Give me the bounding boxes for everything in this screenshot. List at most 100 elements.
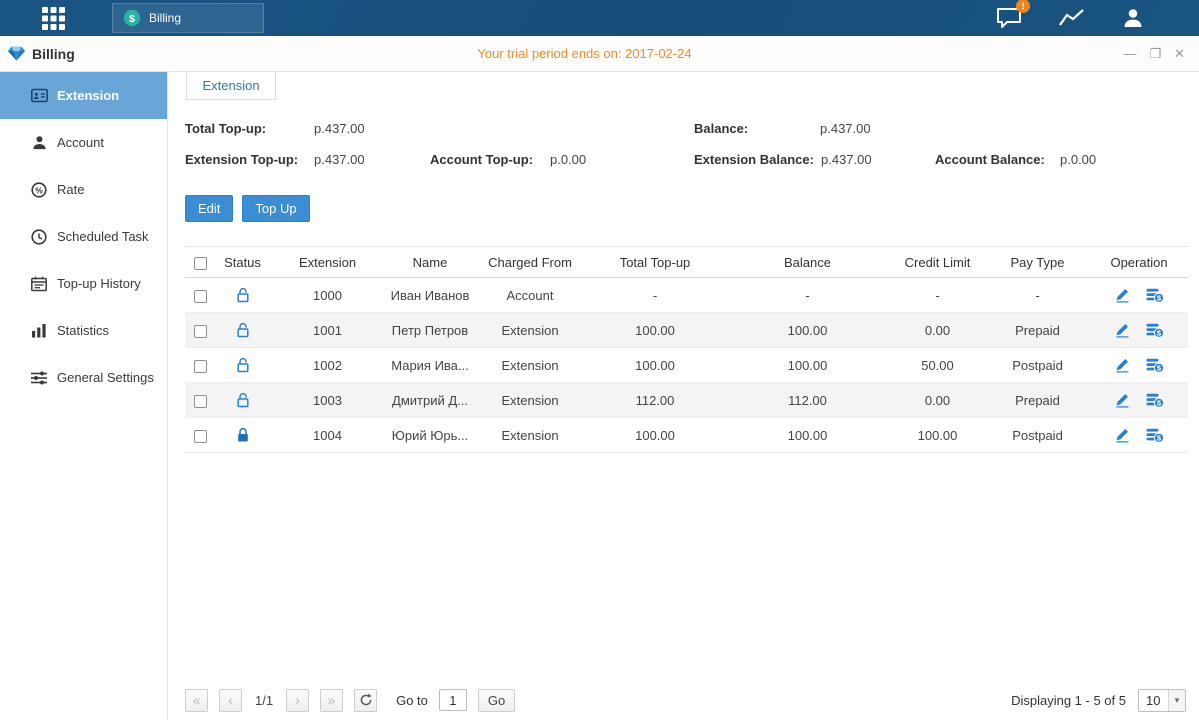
sidebar-item-topup-history[interactable]: Top-up History <box>0 260 167 307</box>
sidebar-item-scheduled-task[interactable]: Scheduled Task <box>0 213 167 260</box>
edit-pencil-icon[interactable] <box>1115 357 1130 373</box>
cell-total-topup: 100.00 <box>585 418 725 453</box>
sidebar-item-label: General Settings <box>57 370 154 385</box>
table-row[interactable]: 1002 Мария Ива... Extension 100.00 100.0… <box>185 348 1188 383</box>
table-row[interactable]: 1003 Дмитрий Д... Extension 112.00 112.0… <box>185 383 1188 418</box>
topbar-billing-tab[interactable]: $ Billing <box>112 3 264 33</box>
maximize-icon[interactable]: ❐ <box>1149 47 1161 60</box>
person-icon <box>30 135 48 150</box>
edit-pencil-icon[interactable] <box>1115 392 1130 408</box>
column-header-operation: Operation <box>1090 247 1188 278</box>
cell-extension: 1001 <box>270 313 385 348</box>
balance-value: p.437.00 <box>820 121 871 136</box>
cell-name: Юрий Юрь... <box>385 418 475 453</box>
reports-button[interactable] <box>1057 4 1085 32</box>
topbar-billing-tab-label: Billing <box>149 11 181 25</box>
extension-topup-label: Extension Top-up: <box>185 152 298 167</box>
edit-button[interactable]: Edit <box>185 195 233 222</box>
notifications-button[interactable]: ! <box>995 4 1023 32</box>
cell-status <box>215 418 270 453</box>
first-page-button[interactable]: « <box>185 689 208 712</box>
sidebar-item-statistics[interactable]: Statistics <box>0 307 167 354</box>
table-row[interactable]: 1001 Петр Петров Extension 100.00 100.00… <box>185 313 1188 348</box>
cell-extension: 1004 <box>270 418 385 453</box>
page-title: Billing <box>32 46 75 62</box>
total-topup-label: Total Top-up: <box>185 121 266 136</box>
cell-name: Иван Иванов <box>385 278 475 313</box>
column-header-extension: Extension <box>270 247 385 278</box>
cell-balance: 100.00 <box>725 418 890 453</box>
last-page-button[interactable]: » <box>320 689 343 712</box>
status-unlocked-icon <box>236 357 250 373</box>
topbar-right-icons: ! <box>995 4 1199 32</box>
cell-charged-from: Extension <box>475 348 585 383</box>
go-button[interactable]: Go <box>478 689 515 712</box>
cell-credit-limit: 100.00 <box>890 418 985 453</box>
top-up-money-icon[interactable]: $ <box>1146 428 1164 443</box>
top-up-money-icon[interactable]: $ <box>1146 358 1164 373</box>
sidebar-item-extension[interactable]: Extension <box>0 72 167 119</box>
cell-balance: - <box>725 278 890 313</box>
apps-grid-button[interactable] <box>38 3 68 33</box>
select-all-checkbox[interactable] <box>194 257 207 270</box>
apps-grid-icon <box>41 6 66 31</box>
edit-pencil-icon[interactable] <box>1115 427 1130 443</box>
prev-page-button[interactable]: ‹ <box>219 689 242 712</box>
cell-name: Петр Петров <box>385 313 475 348</box>
sidebar-item-account[interactable]: Account <box>0 119 167 166</box>
row-checkbox[interactable] <box>194 325 207 338</box>
cell-balance: 112.00 <box>725 383 890 418</box>
cell-pay-type: Postpaid <box>985 348 1090 383</box>
extension-table-body: 1000 Иван Иванов Account - - - - <box>185 278 1188 453</box>
sidebar-item-label: Rate <box>57 182 84 197</box>
row-checkbox[interactable] <box>194 430 207 443</box>
pagination-bar: « ‹ 1/1 › » Go to Go Displaying 1 - 5 of… <box>185 688 1186 712</box>
tab-extension[interactable]: Extension <box>186 72 276 100</box>
user-account-button[interactable] <box>1119 4 1147 32</box>
cell-name: Мария Ива... <box>385 348 475 383</box>
status-unlocked-icon <box>236 287 250 303</box>
row-checkbox[interactable] <box>194 360 207 373</box>
dollar-circle-icon: $ <box>123 9 141 27</box>
page-indicator: 1/1 <box>255 693 273 708</box>
row-checkbox[interactable] <box>194 395 207 408</box>
sidebar: Extension Account % Rate Scheduled Task <box>0 72 168 720</box>
next-page-button[interactable]: › <box>286 689 309 712</box>
refresh-button[interactable] <box>354 689 377 712</box>
goto-page-input[interactable] <box>439 689 467 711</box>
pagination-summary: Displaying 1 - 5 of 5 10 ▾ <box>1011 689 1186 712</box>
column-header-name: Name <box>385 247 475 278</box>
top-up-button[interactable]: Top Up <box>242 195 309 222</box>
percent-circle-icon: % <box>30 182 48 198</box>
page-size-value: 10 <box>1139 693 1168 708</box>
cell-status <box>215 313 270 348</box>
sidebar-item-general-settings[interactable]: General Settings <box>0 354 167 401</box>
page-size-select[interactable]: 10 ▾ <box>1138 689 1186 712</box>
cell-checkbox <box>185 313 215 348</box>
cell-charged-from: Extension <box>475 418 585 453</box>
top-up-money-icon[interactable]: $ <box>1146 323 1164 338</box>
table-row[interactable]: 1000 Иван Иванов Account - - - - <box>185 278 1188 313</box>
close-icon[interactable]: ✕ <box>1174 47 1185 60</box>
cell-charged-from: Extension <box>475 383 585 418</box>
table-row[interactable]: 1004 Юрий Юрь... Extension 100.00 100.00… <box>185 418 1188 453</box>
edit-pencil-icon[interactable] <box>1115 322 1130 338</box>
calendar-icon <box>30 276 48 292</box>
cell-pay-type: Prepaid <box>985 383 1090 418</box>
account-balance-label: Account Balance: <box>935 152 1045 167</box>
column-header-status: Status <box>215 247 270 278</box>
cell-total-topup: 100.00 <box>585 348 725 383</box>
cell-operation: $ <box>1090 383 1188 418</box>
top-up-money-icon[interactable]: $ <box>1146 288 1164 303</box>
edit-pencil-icon[interactable] <box>1115 287 1130 303</box>
cell-credit-limit: 0.00 <box>890 383 985 418</box>
toolbar: Edit Top Up <box>185 195 310 222</box>
status-locked-icon <box>236 427 250 443</box>
minimize-icon[interactable]: — <box>1123 47 1136 60</box>
top-up-money-icon[interactable]: $ <box>1146 393 1164 408</box>
sidebar-item-rate[interactable]: % Rate <box>0 166 167 213</box>
row-checkbox[interactable] <box>194 290 207 303</box>
pagination-controls: « ‹ 1/1 › » Go to Go <box>185 689 515 712</box>
cell-credit-limit: 0.00 <box>890 313 985 348</box>
column-header-pay-type: Pay Type <box>985 247 1090 278</box>
